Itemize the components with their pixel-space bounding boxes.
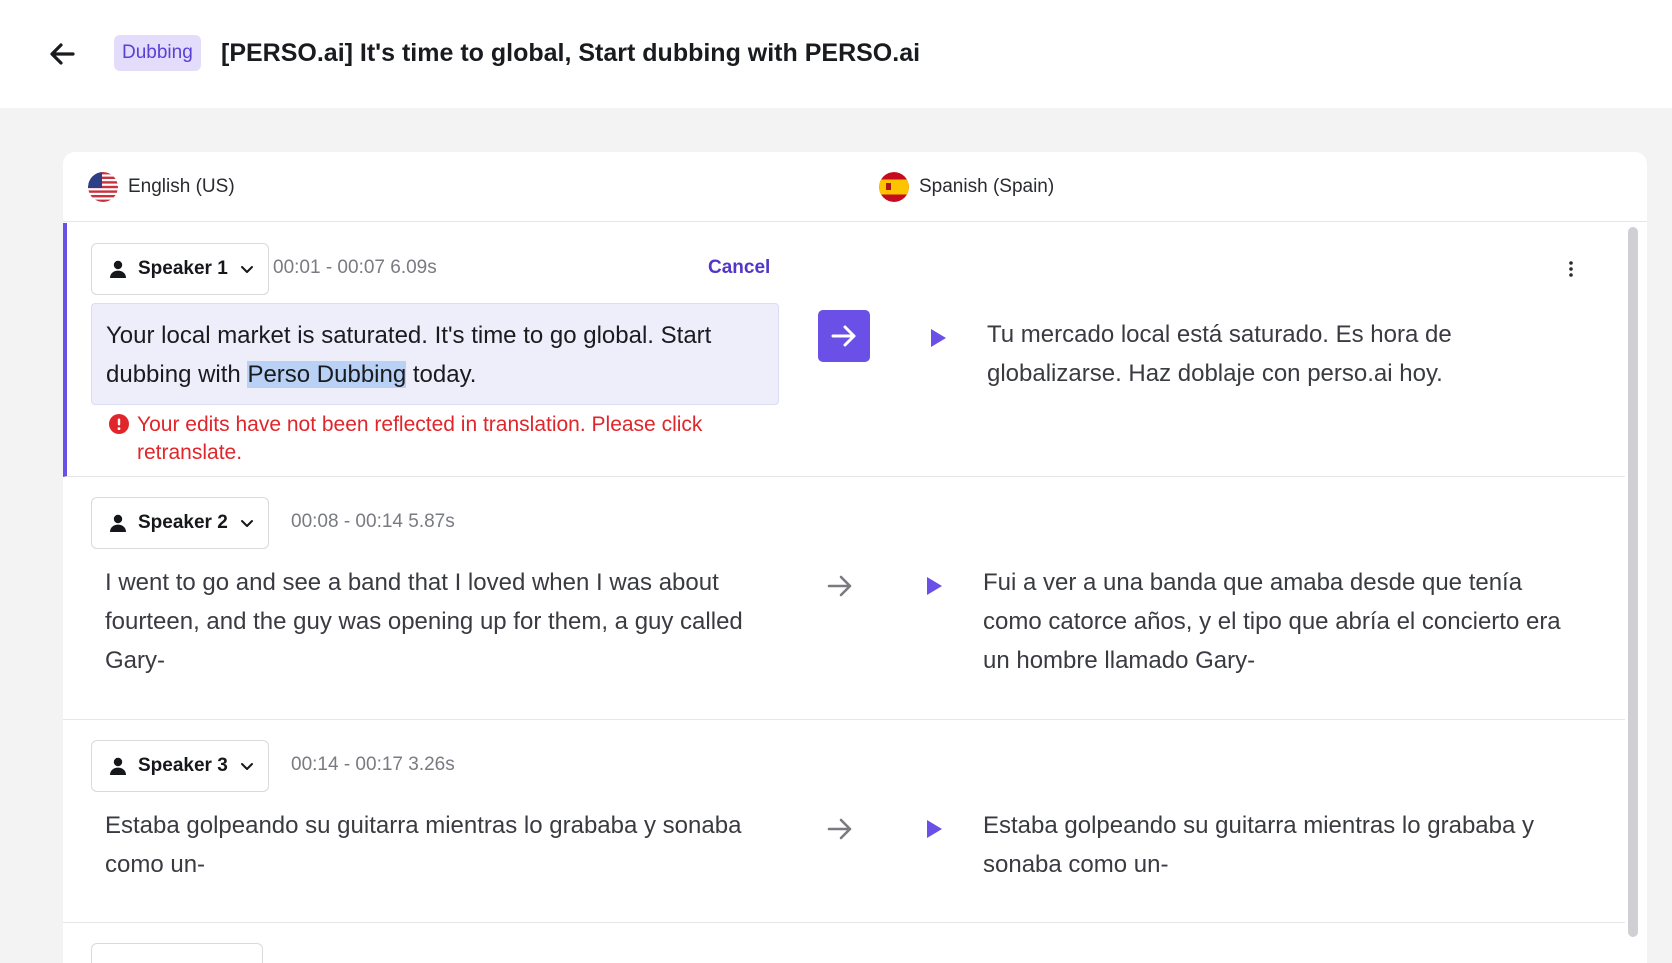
- speaker-select[interactable]: Speaker 1: [91, 243, 269, 295]
- source-text[interactable]: I went to go and see a band that I loved…: [105, 563, 765, 680]
- kebab-menu-icon: [1569, 261, 1573, 277]
- play-icon: [927, 577, 942, 595]
- speaker-label: Speaker 3: [138, 755, 228, 776]
- target-text[interactable]: Estaba golpeando su guitarra mientras lo…: [983, 806, 1583, 884]
- speaker-select[interactable]: Speaker 3: [91, 740, 269, 792]
- more-options-button[interactable]: [1559, 257, 1583, 281]
- segment-timing: 00:14 - 00:17 3.26s: [291, 754, 455, 775]
- segment-row: [63, 923, 1625, 963]
- play-button[interactable]: [922, 574, 946, 598]
- chevron-down-icon: [240, 520, 253, 527]
- speaker-label: Speaker 2: [138, 512, 228, 533]
- target-text[interactable]: Fui a ver a una banda que amaba desde qu…: [983, 563, 1583, 680]
- arrow-right-icon: [827, 818, 852, 840]
- retranslate-button[interactable]: [825, 814, 855, 844]
- spain-flag-icon: [879, 172, 909, 202]
- warning-text: Your edits have not been reflected in tr…: [137, 413, 703, 464]
- play-button[interactable]: [922, 817, 946, 841]
- retranslate-button[interactable]: [825, 571, 855, 601]
- chevron-down-icon: [240, 266, 253, 273]
- arrow-right-icon: [831, 325, 856, 347]
- script-editor-card: English (US) Spanish (Spain) Speaker 1 0…: [63, 152, 1647, 963]
- arrow-right-icon: [827, 575, 852, 597]
- page-title: [PERSO.ai] It's time to global, Start du…: [221, 39, 921, 67]
- error-icon: [109, 414, 129, 434]
- source-language-label: English (US): [128, 176, 235, 197]
- speaker-select[interactable]: Speaker 2: [91, 497, 269, 549]
- segment-row: Speaker 3 00:14 - 00:17 3.26s Estaba gol…: [63, 720, 1625, 923]
- speaker-label: Speaker 1: [138, 258, 228, 279]
- type-badge: Dubbing: [114, 35, 201, 71]
- play-icon: [927, 820, 942, 838]
- play-icon: [931, 329, 946, 347]
- arrow-left-icon: [50, 43, 75, 65]
- us-flag-icon: [88, 172, 118, 202]
- target-text[interactable]: Tu mercado local está saturado. Es hora …: [987, 315, 1587, 393]
- person-icon: [110, 514, 126, 532]
- segment-timing: 00:08 - 00:14 5.87s: [291, 511, 455, 532]
- person-icon: [110, 757, 126, 775]
- translation-warning: Your edits have not been reflected in tr…: [109, 411, 749, 467]
- retranslate-button[interactable]: [818, 310, 870, 362]
- source-language: English (US): [88, 170, 235, 204]
- source-text-editor[interactable]: Your local market is saturated. It's tim…: [91, 303, 779, 405]
- source-text-part: today.: [406, 361, 477, 388]
- scrollbar-thumb[interactable]: [1628, 227, 1638, 937]
- target-language: Spanish (Spain): [879, 170, 1054, 204]
- selected-text: Perso Dubbing: [247, 361, 407, 388]
- play-button[interactable]: [926, 326, 950, 350]
- cancel-edit-button[interactable]: Cancel: [708, 257, 770, 279]
- back-button[interactable]: [44, 36, 80, 72]
- top-bar: Dubbing [PERSO.ai] It's time to global, …: [0, 0, 1672, 108]
- target-language-label: Spanish (Spain): [919, 176, 1055, 197]
- segment-timing: 00:01 - 00:07 6.09s: [273, 257, 437, 278]
- chevron-down-icon: [240, 763, 253, 770]
- speaker-select[interactable]: [91, 943, 263, 963]
- source-text[interactable]: Estaba golpeando su guitarra mientras lo…: [105, 806, 765, 884]
- segment-row: Speaker 1 00:01 - 00:07 6.09s Cancel You…: [63, 223, 1625, 477]
- segment-row: Speaker 2 00:08 - 00:14 5.87s I went to …: [63, 477, 1625, 720]
- person-icon: [110, 260, 126, 278]
- language-header: English (US) Spanish (Spain): [63, 152, 1647, 222]
